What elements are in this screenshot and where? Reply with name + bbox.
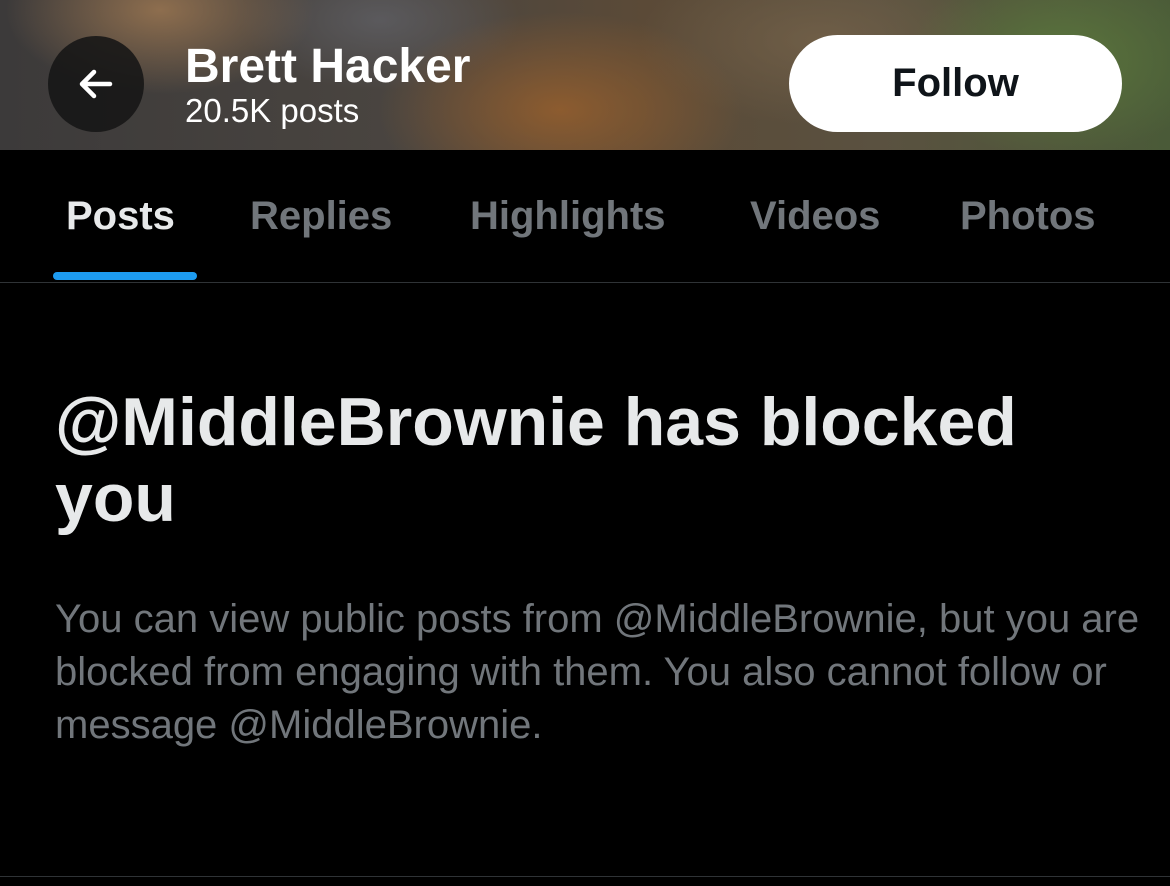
back-button[interactable] [48, 36, 144, 132]
blocked-description: You can view public posts from @MiddleBr… [55, 597, 1140, 747]
arrow-left-icon [76, 64, 116, 104]
tab-highlights[interactable]: Highlights [470, 190, 666, 242]
divider [0, 876, 1170, 877]
profile-tabs: Posts Replies Highlights Videos Photos [0, 150, 1170, 283]
tab-photos[interactable]: Photos [960, 190, 1096, 242]
active-tab-indicator [53, 272, 197, 280]
profile-header: Brett Hacker 20.5K posts Follow [0, 0, 1170, 150]
blocked-title: @MiddleBrownie has blocked you [55, 384, 1017, 536]
follow-button[interactable]: Follow [789, 35, 1122, 132]
profile-name: Brett Hacker [185, 40, 471, 93]
tab-posts[interactable]: Posts [66, 190, 175, 242]
tab-replies[interactable]: Replies [250, 190, 392, 242]
post-count: 20.5K posts [185, 92, 360, 129]
tab-videos[interactable]: Videos [750, 190, 880, 242]
